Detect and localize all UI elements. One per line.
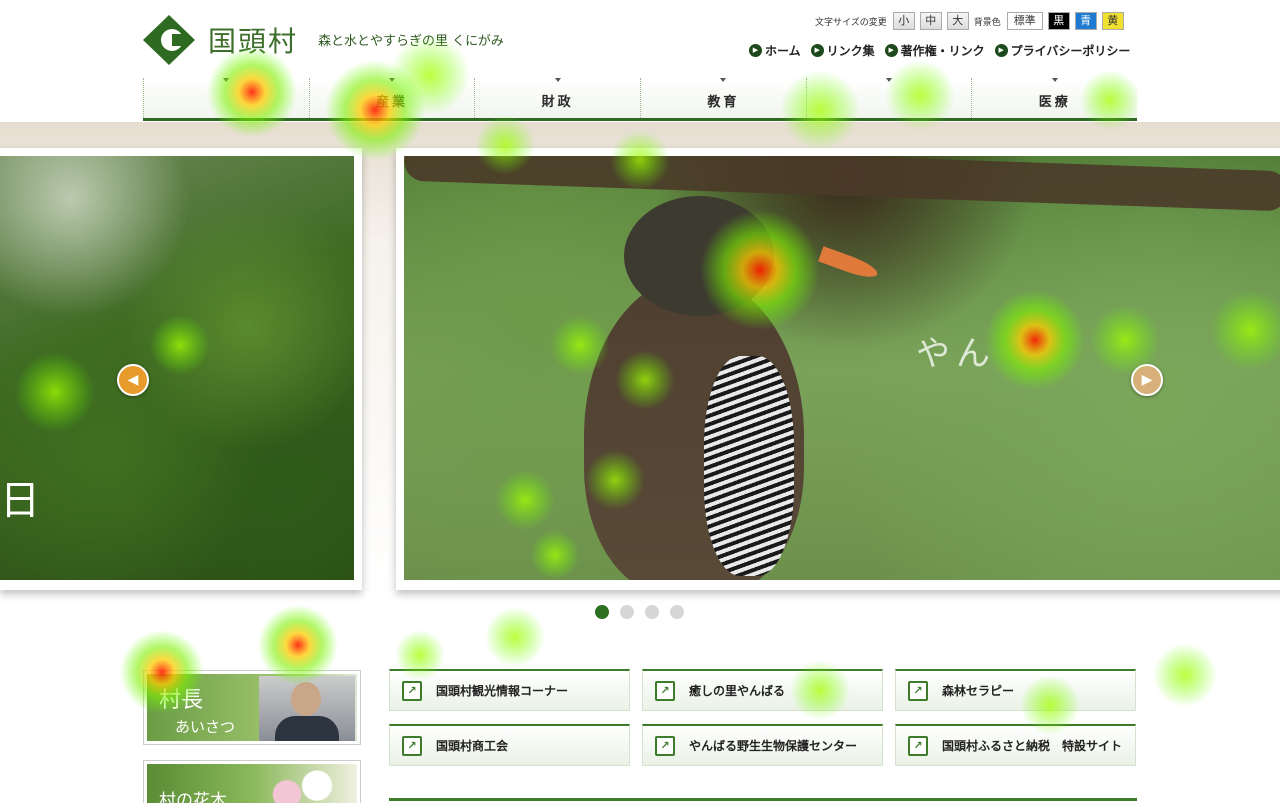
- branch-shape: [404, 156, 1280, 212]
- bg-color-label: 背景色: [973, 17, 1001, 28]
- bg-yellow-button[interactable]: 黄: [1101, 12, 1124, 30]
- yanbaru-healing-link[interactable]: ↗ 癒しの里やんばる: [642, 669, 883, 711]
- flower-banner-title: 村の花木: [159, 791, 227, 803]
- forest-image: 日: [0, 156, 354, 580]
- arrow-circle-icon: ▶: [810, 44, 824, 57]
- external-link-icon: ↗: [655, 680, 675, 701]
- mayor-portrait: [259, 676, 355, 741]
- external-link-icon: ↗: [655, 735, 675, 756]
- slider-dot-4[interactable]: [670, 605, 684, 619]
- kunigami-logo-icon[interactable]: [143, 15, 195, 65]
- font-size-small-button[interactable]: 小: [892, 12, 915, 30]
- link-label: 国頭村ふるさと納税 特設サイト: [942, 739, 1123, 753]
- arrow-circle-icon: ▶: [884, 44, 898, 57]
- copyright-link[interactable]: ▶ 著作権・リンク: [884, 42, 985, 59]
- wildlife-center-link[interactable]: ↗ やんばる野生生物保護センター: [642, 724, 883, 766]
- gnav-item-education[interactable]: 教育: [640, 78, 806, 118]
- link-label: 森林セラピー: [942, 684, 1015, 698]
- flower-image: [257, 768, 357, 803]
- bird-head-shape: [624, 196, 774, 316]
- portrait-face-shape: [291, 682, 321, 716]
- bird-stripe-shape: [704, 356, 794, 576]
- mayor-banner-subtitle: あいさつ: [175, 718, 236, 736]
- hometown-tax-link[interactable]: ↗ 国頭村ふるさと納税 特設サイト: [895, 724, 1136, 766]
- external-link-icon: ↗: [402, 735, 422, 756]
- forest-therapy-link[interactable]: ↗ 森林セラピー: [895, 669, 1136, 711]
- site-tagline: 森と水とやすらぎの里 くにがみ: [318, 34, 504, 49]
- mayor-banner-title: 村長: [159, 688, 204, 713]
- tourism-info-link[interactable]: ↗ 国頭村観光情報コーナー: [389, 669, 630, 711]
- accessibility-controls: 文字サイズの変更 小 中 大 背景色 標準 黒 青 黄: [815, 11, 1129, 31]
- portrait-suit-shape: [275, 716, 339, 741]
- mayor-greeting-banner[interactable]: 村長 あいさつ: [143, 670, 361, 745]
- global-nav: 産業 財政 教育 医療: [143, 78, 1138, 121]
- links-page-link[interactable]: ▶ リンク集: [810, 42, 875, 59]
- link-label: 国頭村商工会: [436, 739, 509, 753]
- gnav-item-medical[interactable]: 医療: [971, 78, 1138, 118]
- arrow-circle-icon: ▶: [994, 44, 1008, 57]
- caret-down-icon: [389, 78, 395, 82]
- slider-dot-3[interactable]: [645, 605, 659, 619]
- caret-down-icon: [1051, 78, 1058, 82]
- font-size-large-button[interactable]: 大: [946, 12, 969, 30]
- gnav-item-industry[interactable]: 産業: [308, 78, 475, 118]
- caret-down-icon: [554, 78, 561, 82]
- bg-black-button[interactable]: 黒: [1047, 12, 1070, 30]
- home-link[interactable]: ▶ ホーム: [749, 42, 801, 59]
- commerce-association-link[interactable]: ↗ 国頭村商工会: [389, 724, 630, 766]
- slide-previous[interactable]: 日: [0, 148, 362, 590]
- bird-beak-shape: [818, 246, 880, 282]
- section-divider: [389, 798, 1137, 801]
- chevron-left-icon[interactable]: ◀: [117, 364, 149, 396]
- arrow-circle-icon: ▶: [749, 44, 762, 57]
- site-title[interactable]: 国頭村: [208, 20, 298, 60]
- gnav-item-5[interactable]: [805, 78, 972, 118]
- font-size-medium-button[interactable]: 中: [919, 12, 942, 30]
- external-link-icon: ↗: [908, 680, 928, 701]
- slide-left-caption: 日: [0, 478, 40, 524]
- external-link-icon: ↗: [402, 680, 422, 701]
- bg-blue-button[interactable]: 青: [1074, 12, 1097, 30]
- external-link-icon: ↗: [908, 735, 928, 756]
- chevron-right-icon[interactable]: ▶: [1131, 364, 1163, 396]
- font-size-label: 文字サイズの変更: [815, 17, 887, 28]
- privacy-policy-link[interactable]: ▶ プライバシーポリシー: [994, 42, 1130, 59]
- link-label: 癒しの里やんばる: [689, 684, 786, 698]
- bg-standard-button[interactable]: 標準: [1006, 12, 1043, 30]
- link-label: 国頭村観光情報コーナー: [436, 684, 569, 698]
- village-flower-banner[interactable]: 村の花木: [143, 760, 361, 803]
- caret-down-icon: [886, 78, 893, 82]
- gnav-item-1[interactable]: [143, 78, 309, 118]
- slide-main-caption: やん: [916, 334, 996, 374]
- site-header: 国頭村 森と水とやすらぎの里 くにがみ 文字サイズの変更 小 中 大 背景色 標…: [0, 0, 1280, 122]
- slider-dot-1[interactable]: [595, 605, 609, 619]
- slider-pagination: [595, 605, 695, 619]
- header-links: ▶ ホーム ▶ リンク集 ▶ 著作権・リンク ▶ プライバシーポリシー: [749, 42, 1140, 59]
- mayor-banner-inner: 村長 あいさつ: [147, 674, 357, 741]
- flower-banner-inner: 村の花木: [147, 764, 357, 803]
- gnav-item-finance[interactable]: 財政: [474, 78, 641, 118]
- caret-down-icon: [720, 78, 727, 82]
- link-label: やんばる野生生物保護センター: [689, 739, 858, 753]
- caret-down-icon: [223, 78, 230, 82]
- slider-dot-2[interactable]: [620, 605, 634, 619]
